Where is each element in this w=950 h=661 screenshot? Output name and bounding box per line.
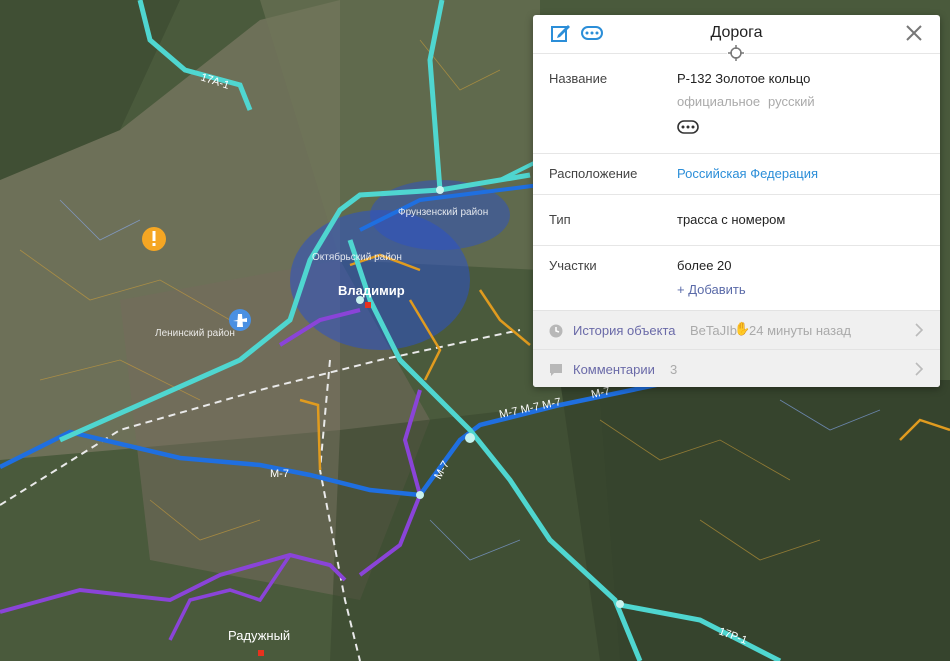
add-section-link[interactable]: + Добавить	[677, 282, 746, 297]
town-label: Радужный	[228, 628, 290, 643]
close-icon[interactable]	[904, 23, 924, 43]
district-label: Фрунзенский район	[398, 207, 488, 218]
district-label: Октябрьский район	[312, 251, 402, 263]
row-location: Расположение Российская Федерация	[533, 154, 940, 195]
name-type: официальное	[677, 94, 761, 109]
row-type: Тип трасса с номером	[533, 195, 940, 246]
comments-count: 3	[670, 362, 678, 377]
city-marker	[365, 302, 371, 308]
comment-icon	[550, 364, 562, 376]
town-marker	[258, 650, 264, 656]
history-label: История объекта	[573, 323, 676, 338]
chevron-right-icon	[915, 323, 924, 337]
history-user[interactable]: BeTaJIb	[690, 323, 737, 338]
name-language: русский	[768, 94, 815, 109]
hand-icon: ✋	[734, 321, 751, 336]
sections-value: более 20	[677, 258, 732, 273]
comments-label: Комментарии	[573, 362, 655, 377]
panel-title: Дорога	[710, 24, 763, 41]
history-time: 24 минуты назад	[749, 323, 851, 338]
district-label: Ленинский район	[155, 328, 235, 339]
more-icon[interactable]	[677, 120, 699, 134]
chevron-right-icon	[915, 362, 924, 376]
row-name: Название Р-132 Золотое кольцо официально…	[533, 54, 940, 154]
forest-patch	[560, 380, 950, 661]
name-value[interactable]: Р-132 Золотое кольцо	[677, 71, 810, 86]
comments-row[interactable]: Комментарии 3	[533, 349, 940, 387]
warning-icon[interactable]	[142, 227, 166, 251]
location-link[interactable]: Российская Федерация	[677, 166, 818, 181]
clock-icon	[549, 324, 563, 338]
history-row[interactable]: История объекта BeTaJIb ✋ 24 минуты наза…	[533, 310, 940, 350]
row-label: Участки	[549, 258, 597, 273]
row-label: Тип	[549, 212, 571, 227]
road-label: М-7	[270, 468, 289, 480]
row-label: Расположение	[549, 166, 638, 181]
row-label: Название	[549, 71, 608, 86]
type-value: трасса с номером	[677, 212, 786, 227]
city-label: Владимир	[338, 283, 405, 298]
object-info-panel: Дорога Название Р-132 Золотое кольцо офи…	[533, 15, 940, 387]
airport-icon[interactable]	[229, 309, 251, 331]
row-sections: Участки более 20 + Добавить	[533, 246, 940, 310]
